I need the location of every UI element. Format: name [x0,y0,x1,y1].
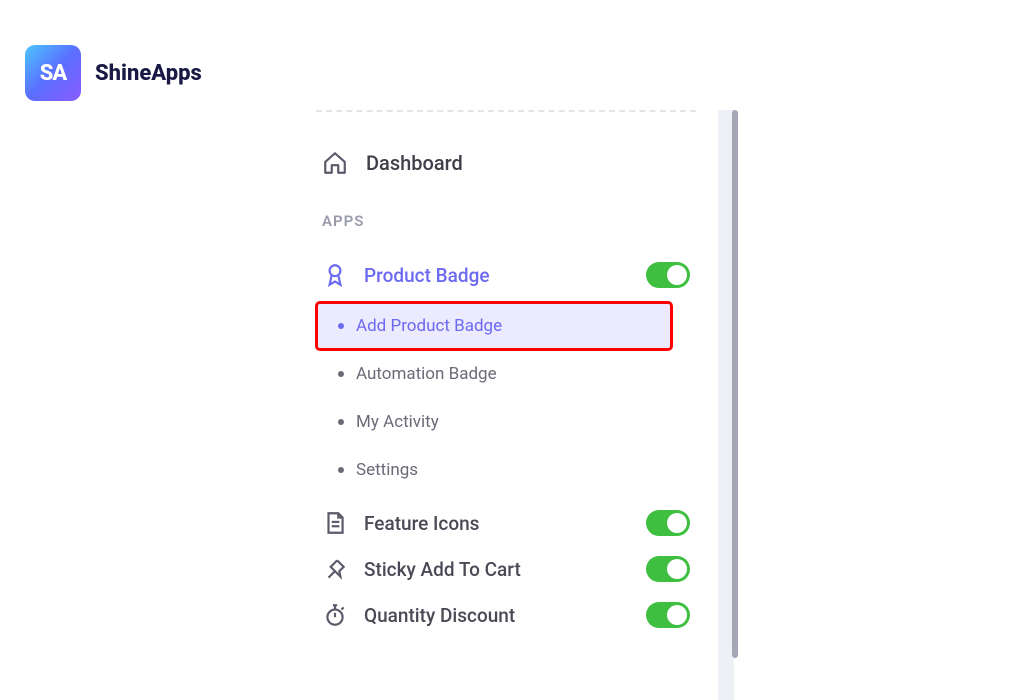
sidebar-subitem-settings[interactable]: Settings [316,446,696,494]
sidebar-subitem-add-product-badge[interactable]: Add Product Badge [316,302,672,350]
sidebar: Dashboard APPS Product Badge Add Product… [316,110,696,638]
home-icon [322,150,348,176]
brand-logo-text: SA [40,61,67,86]
brand-header: SA ShineApps [25,45,202,101]
pin-icon [322,556,348,582]
sidebar-item-label: Quantity Discount [364,604,630,627]
dashboard-label: Dashboard [366,151,463,175]
sidebar-subitem-label: My Activity [356,412,439,432]
sidebar-item-label: Sticky Add To Cart [364,558,630,581]
sidebar-item-product-badge[interactable]: Product Badge [316,252,696,298]
sidebar-subitem-my-activity[interactable]: My Activity [316,398,696,446]
inner-scrollbar[interactable] [732,110,738,658]
bullet-icon [338,419,344,425]
sidebar-item-quantity-discount[interactable]: Quantity Discount [316,592,696,638]
sidebar-subitem-label: Settings [356,460,418,480]
sidebar-item-label: Product Badge [364,264,630,287]
ribbon-badge-icon [322,262,348,288]
brand-logo-icon: SA [25,45,81,101]
stopwatch-icon [322,602,348,628]
sidebar-item-sticky-add-to-cart[interactable]: Sticky Add To Cart [316,546,696,592]
sidebar-item-label: Feature Icons [364,512,630,535]
sidebar-item-dashboard[interactable]: Dashboard [316,142,696,184]
sidebar-subitem-automation-badge[interactable]: Automation Badge [316,350,696,398]
toggle-feature-icons[interactable] [646,510,690,536]
file-list-icon [322,510,348,536]
bullet-icon [338,371,344,377]
sidebar-subitem-label: Automation Badge [356,364,497,384]
divider [316,110,696,112]
sidebar-section-apps: APPS [316,212,696,230]
sidebar-item-feature-icons[interactable]: Feature Icons [316,500,696,546]
bullet-icon [338,323,344,329]
toggle-product-badge[interactable] [646,262,690,288]
sidebar-subitems-product-badge: Add Product Badge Automation Badge My Ac… [316,302,696,494]
toggle-sticky-add-to-cart[interactable] [646,556,690,582]
brand-name: ShineApps [95,61,202,86]
bullet-icon [338,467,344,473]
toggle-quantity-discount[interactable] [646,602,690,628]
sidebar-subitem-label: Add Product Badge [356,316,502,336]
